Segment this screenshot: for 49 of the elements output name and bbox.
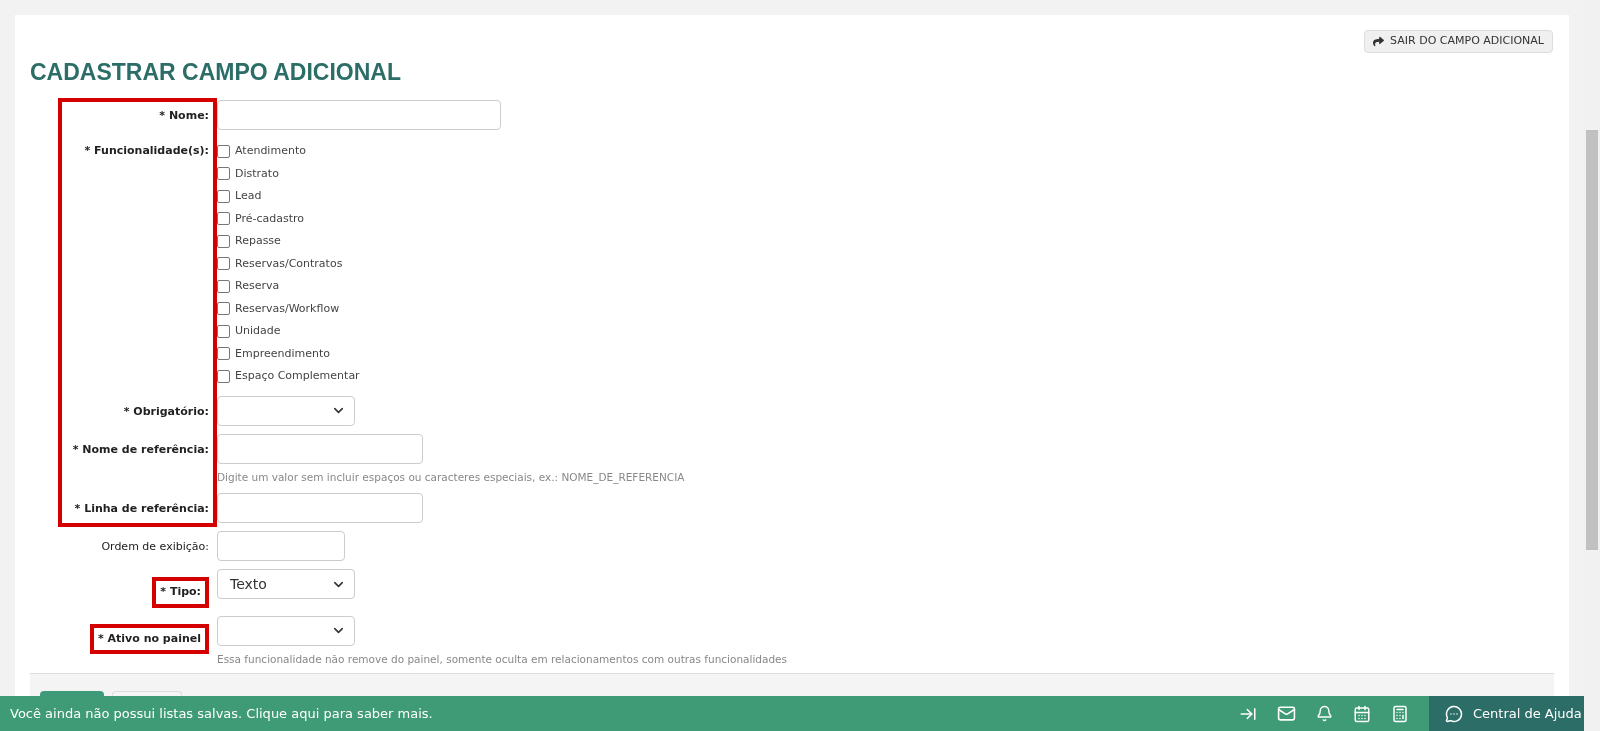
calendar-icon[interactable] <box>1353 704 1371 723</box>
field-label: * Funcionalidade(s): <box>84 143 209 159</box>
checkbox[interactable] <box>217 212 230 226</box>
field-label: * Nome de referência: <box>72 441 209 458</box>
hint-text: Essa funcionalidade não remove do painel, somente oculta em relacionamentos com outras funcionalidades <box>217 651 788 667</box>
scrollbar-thumb[interactable] <box>1586 130 1598 550</box>
checkbox[interactable] <box>217 302 230 316</box>
share-arrow-icon <box>1373 36 1385 47</box>
text-field[interactable] <box>217 100 501 130</box>
help-center-button[interactable]: Central de Ajuda <box>1429 696 1584 731</box>
select-field[interactable]: Texto <box>217 569 355 600</box>
checkbox[interactable] <box>217 369 230 383</box>
select-field[interactable] <box>217 615 355 646</box>
field-label: * Obrigatório: <box>123 403 209 420</box>
field-label: * Nome: <box>159 108 209 124</box>
checkbox[interactable] <box>217 324 230 338</box>
text-field[interactable] <box>217 531 345 562</box>
text-field[interactable] <box>217 493 423 524</box>
field-label: * Tipo: <box>152 577 209 608</box>
checkbox[interactable] <box>217 167 230 181</box>
text-field[interactable] <box>217 433 423 464</box>
checkbox[interactable] <box>217 257 230 271</box>
checkbox-label: Distrato <box>235 165 279 182</box>
checkbox-label: Pré-cadastro <box>235 210 305 227</box>
checkbox-label: Atendimento <box>235 143 306 159</box>
checkbox-label: Lead <box>235 188 262 204</box>
checkbox[interactable] <box>217 144 230 158</box>
checkbox-label: Reservas/Contratos <box>235 255 343 272</box>
checkbox-label: Reserva <box>235 278 280 294</box>
chat-bubble-icon <box>1445 704 1463 723</box>
checkbox-label: Espaço Complementar <box>235 368 360 384</box>
calculator-icon[interactable] <box>1391 704 1409 723</box>
field-label: * Linha de referência: <box>74 501 209 518</box>
select-field[interactable] <box>217 395 355 426</box>
exit-button[interactable]: SAIR DO CAMPO ADICIONAL <box>1364 30 1553 53</box>
hint-text: Digite um valor sem incluir espaços ou caracteres especiais, ex.: NOME_DE_REFERENCIA <box>217 469 685 486</box>
envelope-icon[interactable] <box>1277 704 1296 723</box>
checkbox-label: Unidade <box>235 323 281 339</box>
checkbox-label: Reservas/Workflow <box>235 300 340 317</box>
bell-icon[interactable] <box>1316 705 1333 722</box>
field-label: Ordem de exibição: <box>101 539 209 556</box>
checkbox-label: Repasse <box>235 233 281 249</box>
checkbox[interactable] <box>217 189 230 203</box>
checkbox[interactable] <box>217 347 230 361</box>
checkbox[interactable] <box>217 279 230 293</box>
page-title: CADASTRAR CAMPO ADICIONAL <box>29 58 402 86</box>
checkbox-label: Empreendimento <box>235 345 330 362</box>
field-label: * Ativo no painel <box>89 623 209 655</box>
checkbox[interactable] <box>217 234 230 248</box>
